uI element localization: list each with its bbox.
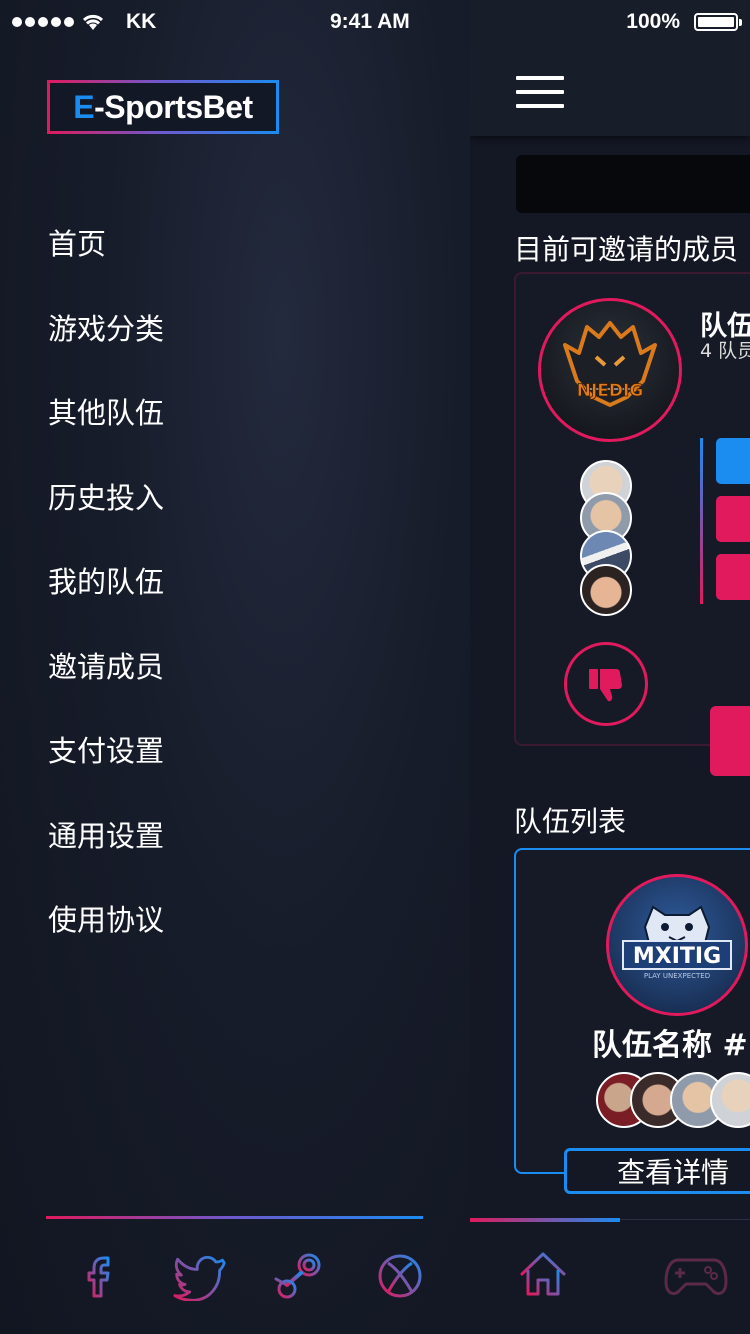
- invite-button[interactable]: [710, 706, 750, 776]
- sidebar-item-history[interactable]: 历史投入: [48, 476, 164, 561]
- facebook-icon[interactable]: [72, 1248, 128, 1304]
- divider: [620, 1219, 750, 1220]
- status-bar: KK 9:41 AM 100%: [0, 0, 750, 44]
- app-logo: E -SportsBet: [47, 80, 279, 134]
- thumbs-down-icon: [589, 669, 622, 702]
- gamepad-icon: [664, 1258, 728, 1296]
- logo-prefix: E: [73, 88, 95, 125]
- sidebar-menu: 首页 游戏分类 其他队伍 历史投入 我的队伍 邀请成员 支付设置 通用设置 使用…: [48, 222, 164, 983]
- team-logo-subtext: PLAY UNEXPECTED: [644, 972, 710, 980]
- tab-bar: [470, 1222, 750, 1334]
- invite-team-card[interactable]: NJEDIG 队伍 4 队员: [514, 272, 750, 746]
- social-links: [72, 1248, 428, 1304]
- sidebar-item-other-teams[interactable]: 其他队伍: [48, 391, 164, 476]
- divider: [46, 1216, 423, 1219]
- wifi-icon: [82, 14, 104, 30]
- member-count: 4 队员: [700, 340, 750, 362]
- sidebar-item-home[interactable]: 首页: [48, 222, 164, 307]
- home-icon: [520, 1252, 566, 1296]
- sidebar-item-general-settings[interactable]: 通用设置: [48, 814, 164, 899]
- xbox-icon[interactable]: [372, 1248, 428, 1304]
- member-avatars: [596, 1072, 750, 1128]
- team-list-title: 队伍列表: [514, 805, 627, 838]
- team-logo: NJEDIG: [538, 298, 682, 442]
- team-name: 队伍名称 #2: [592, 1028, 750, 1063]
- menu-icon[interactable]: [516, 76, 564, 110]
- carrier-name: KK: [126, 10, 157, 33]
- clock: 9:41 AM: [330, 10, 410, 33]
- sidebar-item-payment-settings[interactable]: 支付设置: [48, 729, 164, 814]
- stat-tag: [716, 554, 750, 600]
- battery-icon: [694, 13, 742, 31]
- stat-tag: [716, 496, 750, 542]
- main-panel: 目前可邀请的成员 NJEDIG 队伍 4 队员 队伍列表 MXITIG PLAY…: [470, 0, 750, 1334]
- sidebar-item-terms[interactable]: 使用协议: [48, 898, 164, 983]
- tab-games[interactable]: [664, 1248, 734, 1304]
- battery-percent: 100%: [626, 10, 680, 33]
- signal-icon: [12, 17, 74, 27]
- sidebar-item-game-categories[interactable]: 游戏分类: [48, 307, 164, 392]
- dislike-button[interactable]: [564, 642, 648, 726]
- twitter-icon[interactable]: [172, 1248, 228, 1304]
- tab-home[interactable]: [516, 1248, 576, 1304]
- team-card[interactable]: MXITIG PLAY UNEXPECTED 队伍名称 #2: [514, 848, 750, 1174]
- invite-section-title: 目前可邀请的成员: [514, 233, 739, 266]
- sidebar-item-my-team[interactable]: 我的队伍: [48, 560, 164, 645]
- search-input[interactable]: [516, 155, 750, 213]
- avatar: [580, 564, 632, 616]
- stat-tag: [716, 438, 750, 484]
- view-details-button[interactable]: 查看详情: [564, 1148, 750, 1194]
- logo-text: -SportsBet: [94, 88, 253, 125]
- divider: [700, 438, 703, 604]
- team-logo-text: MXITIG: [633, 944, 721, 969]
- steam-icon[interactable]: [272, 1248, 328, 1304]
- team-logo-text: NJEDIG: [577, 381, 644, 401]
- sidebar-item-invite-members[interactable]: 邀请成员: [48, 645, 164, 730]
- sidebar-drawer: E -SportsBet 首页 游戏分类 其他队伍 历史投入 我的队伍 邀请成员 …: [0, 0, 470, 1334]
- team-logo: MXITIG PLAY UNEXPECTED: [606, 874, 748, 1016]
